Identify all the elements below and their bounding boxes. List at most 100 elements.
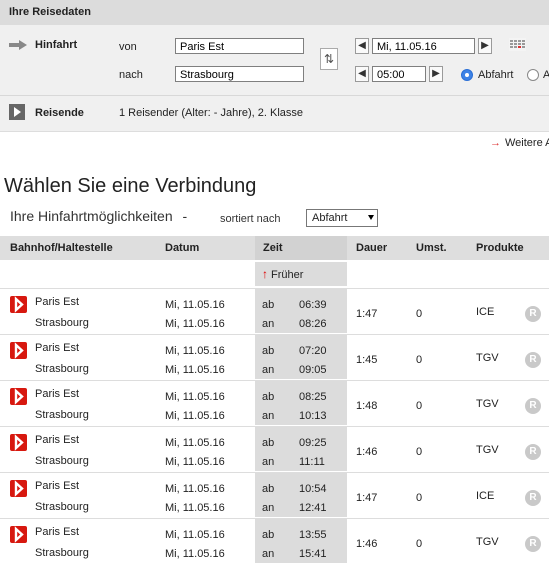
connection-row[interactable]: Paris Est Strasbourg Mi, 11.05.16 Mi, 11.05… <box>0 380 549 425</box>
connection-row[interactable]: Paris Est Strasbourg Mi, 11.05.16 Mi, 11.05… <box>0 334 549 379</box>
date-input[interactable]: Mi, 11.05.16 <box>372 38 475 54</box>
prev-date-button[interactable]: ◀ <box>355 38 369 54</box>
swap-stations-button[interactable]: ⇅ <box>320 48 338 70</box>
ab-label: ab <box>262 529 275 541</box>
departure-time: 06:39 <box>299 299 327 311</box>
arrival-date: Mi, 11.05.16 <box>165 548 225 560</box>
reservation-info-icon[interactable]: R <box>525 398 541 414</box>
abfahrt-radio[interactable] <box>461 69 473 81</box>
product: TGV <box>476 536 499 548</box>
sort-select[interactable]: Abfahrt <box>306 209 378 227</box>
connection-row[interactable]: Paris Est Strasbourg Mi, 11.05.16 Mi, 11.05… <box>0 426 549 471</box>
more-options-label: Weitere A <box>505 137 549 149</box>
train-icon[interactable] <box>10 342 27 359</box>
from-station-input[interactable]: Paris Est <box>175 38 304 54</box>
header-station[interactable]: Bahnhof/Haltestelle <box>10 236 113 260</box>
sort-label: sortiert nach <box>220 213 281 225</box>
departure-date: Mi, 11.05.16 <box>165 345 225 357</box>
reservation-info-icon[interactable]: R <box>525 536 541 552</box>
train-direction-icon <box>9 40 29 50</box>
departure-time: 07:20 <box>299 345 327 357</box>
connection-row[interactable]: Paris Est Strasbourg Mi, 11.05.16 Mi, 11.05… <box>0 518 549 563</box>
calendar-icon[interactable] <box>509 38 526 51</box>
ab-label: ab <box>262 437 275 449</box>
travellers-summary: 1 Reisender (Alter: - Jahre), 2. Klasse <box>119 107 304 119</box>
arrival-time: 15:41 <box>299 548 327 560</box>
changes: 0 <box>416 308 423 320</box>
train-icon[interactable] <box>10 388 27 405</box>
train-icon[interactable] <box>10 526 27 543</box>
ab-label: ab <box>262 391 275 403</box>
from-station[interactable]: Paris Est <box>35 388 79 400</box>
train-icon[interactable] <box>10 434 27 451</box>
nach-label: nach <box>119 69 143 81</box>
next-date-button[interactable]: ▶ <box>478 38 492 54</box>
departure-time: 09:25 <box>299 437 327 449</box>
sort-select-value: Abfahrt <box>312 212 348 224</box>
product: ICE <box>476 306 495 318</box>
more-options-link[interactable]: → Weitere A <box>490 137 549 149</box>
title-dash: - <box>182 208 188 224</box>
abfahrt-label: Abfahrt <box>478 69 514 81</box>
header-time[interactable]: Zeit <box>263 236 283 260</box>
arrival-date: Mi, 11.05.16 <box>165 364 225 376</box>
changes: 0 <box>416 354 423 366</box>
an-label: an <box>262 364 275 376</box>
from-station[interactable]: Paris Est <box>35 296 79 308</box>
to-station[interactable]: Strasbourg <box>35 501 89 513</box>
from-station[interactable]: Paris Est <box>35 526 79 538</box>
reisende-label: Reisende <box>35 107 84 119</box>
header-date[interactable]: Datum <box>165 236 199 260</box>
an-label: an <box>262 410 275 422</box>
to-station[interactable]: Strasbourg <box>35 409 89 421</box>
panel-title: Ihre Reisedaten <box>0 0 549 25</box>
train-icon[interactable] <box>10 296 27 313</box>
earlier-button[interactable]: ↑ Früher <box>255 262 347 286</box>
prev-time-button[interactable]: ◀ <box>355 66 369 82</box>
next-time-button[interactable]: ▶ <box>429 66 443 82</box>
to-station-input[interactable]: Strasbourg <box>175 66 304 82</box>
chevron-left-icon: ◀ <box>358 68 366 79</box>
to-station[interactable]: Strasbourg <box>35 317 89 329</box>
product: ICE <box>476 490 495 502</box>
product: TGV <box>476 352 499 364</box>
expand-travellers-icon[interactable] <box>9 104 25 120</box>
outbound-options-label: Ihre Hinfahrtmöglichkeiten <box>10 208 173 224</box>
arrival-time: 08:26 <box>299 318 327 330</box>
reservation-info-icon[interactable]: R <box>525 352 541 368</box>
outbound-options-title: Ihre Hinfahrtmöglichkeiten - <box>10 208 187 224</box>
panel-divider <box>0 95 549 96</box>
chevron-left-icon: ◀ <box>358 40 366 51</box>
arrival-time: 12:41 <box>299 502 327 514</box>
product: TGV <box>476 398 499 410</box>
ab-label: ab <box>262 483 275 495</box>
time-input[interactable]: 05:00 <box>372 66 426 82</box>
departure-date: Mi, 11.05.16 <box>165 437 225 449</box>
product: TGV <box>476 444 499 456</box>
train-icon[interactable] <box>10 480 27 497</box>
from-station[interactable]: Paris Est <box>35 342 79 354</box>
chevron-down-icon <box>368 215 374 220</box>
reservation-info-icon[interactable]: R <box>525 306 541 322</box>
from-station[interactable]: Paris Est <box>35 480 79 492</box>
from-station[interactable]: Paris Est <box>35 434 79 446</box>
to-station[interactable]: Strasbourg <box>35 363 89 375</box>
ankunft-radio[interactable] <box>527 69 539 81</box>
arrow-right-icon: → <box>490 137 501 149</box>
an-label: an <box>262 548 275 560</box>
reservation-info-icon[interactable]: R <box>525 444 541 460</box>
header-products[interactable]: Produkte <box>476 236 524 260</box>
to-station[interactable]: Strasbourg <box>35 455 89 467</box>
page-title: Wählen Sie eine Verbindung <box>4 175 257 197</box>
arrival-time: 10:13 <box>299 410 327 422</box>
departure-date: Mi, 11.05.16 <box>165 529 225 541</box>
an-label: an <box>262 318 275 330</box>
header-changes[interactable]: Umst. <box>416 236 447 260</box>
reservation-info-icon[interactable]: R <box>525 490 541 506</box>
header-duration[interactable]: Dauer <box>356 236 387 260</box>
to-station[interactable]: Strasbourg <box>35 547 89 559</box>
duration: 1:45 <box>356 354 378 366</box>
ab-label: ab <box>262 299 275 311</box>
connection-row[interactable]: Paris Est Strasbourg Mi, 11.05.16 Mi, 11.05… <box>0 472 549 517</box>
connection-row[interactable]: Paris Est Strasbourg Mi, 11.05.16 Mi, 11.05… <box>0 288 549 333</box>
